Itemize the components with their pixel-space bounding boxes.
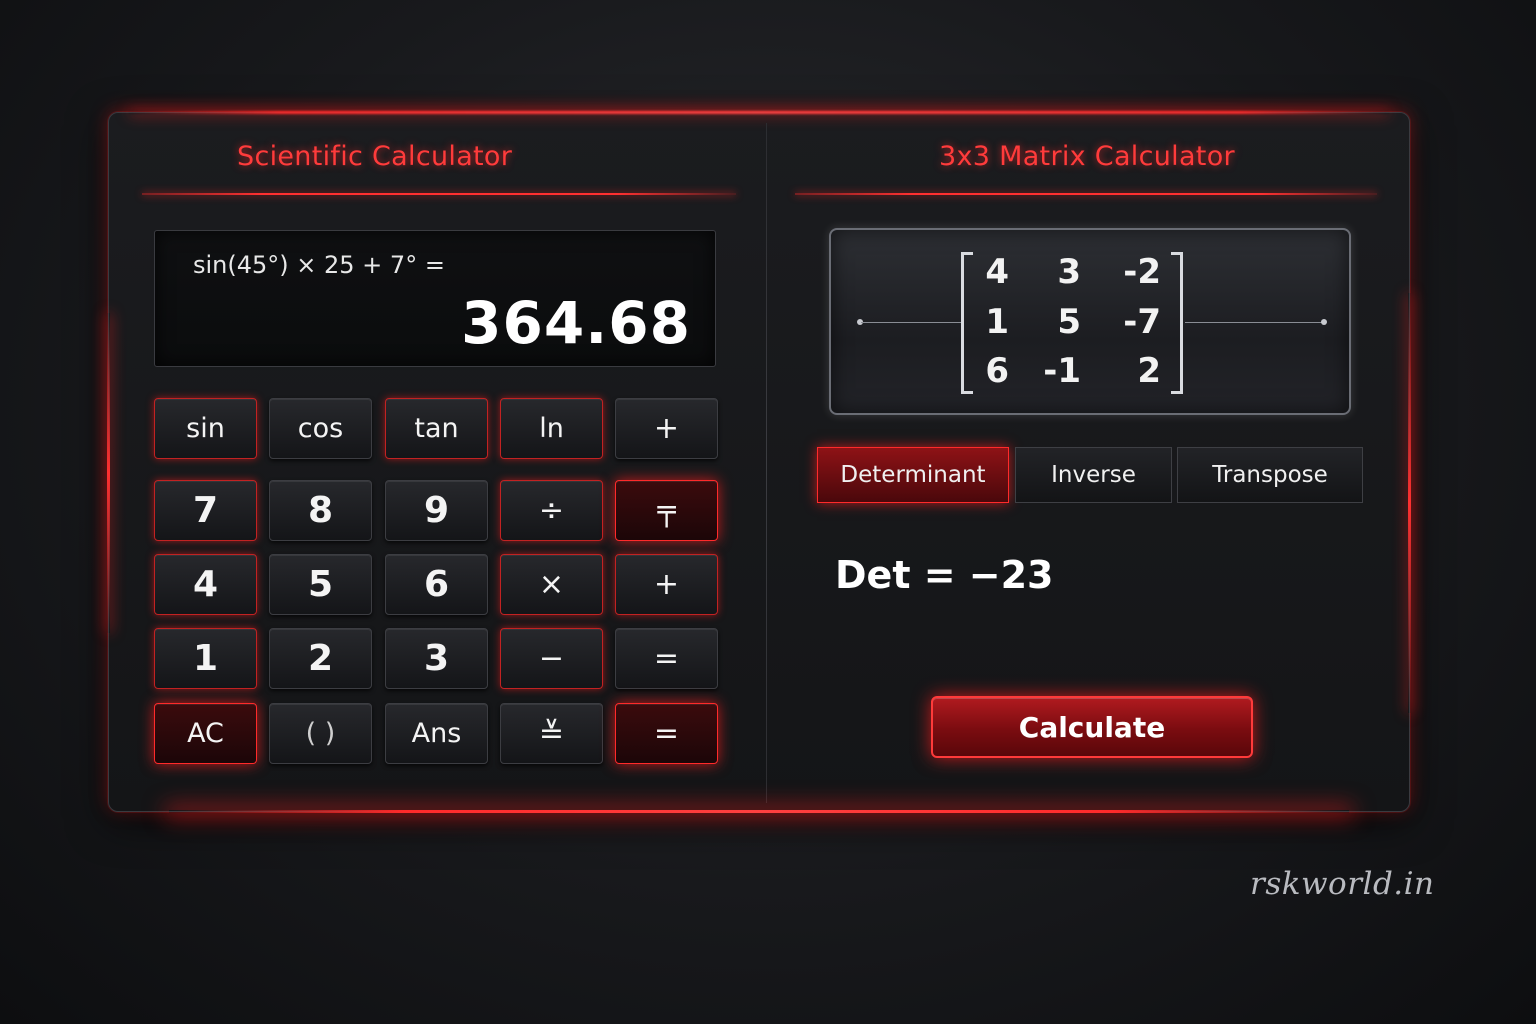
matrix-line-right: [1185, 322, 1323, 323]
digit-4-key[interactable]: 4: [154, 554, 257, 615]
tan-key[interactable]: tan: [385, 398, 488, 459]
scientific-title: Scientific Calculator: [237, 141, 513, 172]
matrix-bracket-right: [1171, 252, 1183, 394]
panel-divider: [766, 123, 767, 803]
matrix-input[interactable]: 4 3 -2 1 5 -7 6 -1 2: [829, 228, 1351, 415]
matrix-cell[interactable]: 5: [1011, 302, 1081, 342]
expression-text: sin(45°) × 25 + 7° =: [193, 251, 445, 279]
result-text: 364.68: [461, 289, 691, 357]
cos-key[interactable]: cos: [269, 398, 372, 459]
matrix-line-right-dot: [1321, 319, 1327, 325]
matrix-cell[interactable]: 2: [1091, 351, 1161, 391]
multiply-key[interactable]: ×: [500, 554, 603, 615]
matrix-cell[interactable]: -2: [1091, 252, 1161, 292]
digit-8-key[interactable]: 8: [269, 480, 372, 541]
divide-key[interactable]: ÷: [500, 480, 603, 541]
matrix-cell[interactable]: 6: [939, 351, 1009, 391]
matrix-cell[interactable]: 1: [939, 302, 1009, 342]
left-glow: [107, 313, 110, 633]
watermark-text: rskworld.in: [1250, 866, 1435, 902]
digit-6-key[interactable]: 6: [385, 554, 488, 615]
scientific-title-underline: [142, 193, 736, 195]
digit-7-key[interactable]: 7: [154, 480, 257, 541]
ans-key[interactable]: Ans: [385, 703, 488, 764]
minus-key[interactable]: −: [500, 628, 603, 689]
digit-2-key[interactable]: 2: [269, 628, 372, 689]
sin-key[interactable]: sin: [154, 398, 257, 459]
matrix-cell[interactable]: -1: [1011, 351, 1081, 391]
digit-5-key[interactable]: 5: [269, 554, 372, 615]
misc-op-key[interactable]: ≚: [500, 703, 603, 764]
matrix-cell[interactable]: 4: [939, 252, 1009, 292]
plus-key-top[interactable]: +: [615, 398, 718, 459]
digit-9-key[interactable]: 9: [385, 480, 488, 541]
matrix-cell[interactable]: -7: [1091, 302, 1161, 342]
digit-1-key[interactable]: 1: [154, 628, 257, 689]
digit-3-key[interactable]: 3: [385, 628, 488, 689]
ln-key[interactable]: ln: [500, 398, 603, 459]
determinant-result: Det = −23: [835, 553, 1054, 597]
transpose-button[interactable]: Transpose: [1177, 447, 1363, 503]
matrix-cell[interactable]: 3: [1011, 252, 1081, 292]
right-glow: [1408, 293, 1411, 713]
clear-key[interactable]: AC: [154, 703, 257, 764]
matrix-title-underline: [795, 193, 1377, 195]
matrix-title: 3x3 Matrix Calculator: [939, 141, 1235, 172]
inverse-button[interactable]: Inverse: [1015, 447, 1172, 503]
calculator-panel: Scientific Calculator sin(45°) × 25 + 7°…: [107, 112, 1411, 813]
equals-key[interactable]: =: [615, 703, 718, 764]
equals-key-alt[interactable]: =: [615, 628, 718, 689]
determinant-button[interactable]: Determinant: [817, 447, 1009, 503]
calculate-button[interactable]: Calculate: [931, 696, 1253, 758]
parentheses-key[interactable]: ( ): [269, 703, 372, 764]
plus-key[interactable]: +: [615, 554, 718, 615]
calculator-display: sin(45°) × 25 + 7° = 364.68: [154, 230, 716, 367]
special-op-key[interactable]: ╤: [615, 480, 718, 541]
